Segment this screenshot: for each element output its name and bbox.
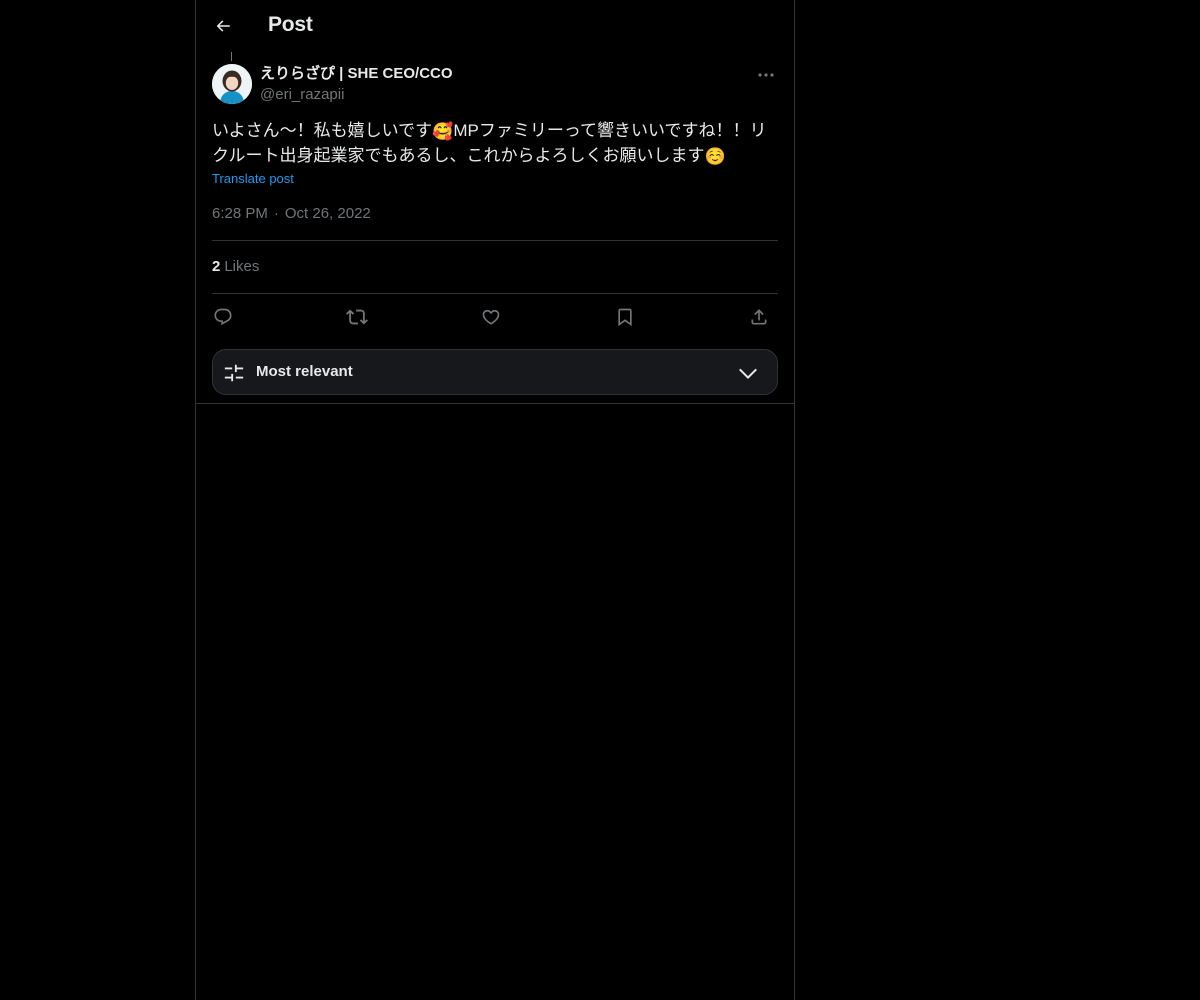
repost-button[interactable] (344, 304, 370, 330)
author-block: えりらざぴ | SHE CEO/CCO @eri_razapii (260, 64, 453, 105)
bookmark-button[interactable] (612, 304, 638, 330)
like-button[interactable] (478, 304, 504, 330)
section-divider (196, 403, 794, 404)
reply-button[interactable] (210, 304, 236, 330)
smiling-face-emoji: ☺️ (704, 147, 726, 166)
thread-connector-line (231, 52, 232, 61)
like-icon (482, 309, 500, 325)
repost-icon (346, 309, 368, 325)
more-icon (758, 73, 774, 77)
smiling-face-with-hearts-emoji: 🥰 (432, 122, 454, 141)
author-display-name[interactable]: えりらざぴ | SHE CEO/CCO (260, 64, 453, 84)
likes-stat[interactable]: 2 Likes (212, 258, 259, 275)
bookmark-icon (618, 308, 632, 327)
post-text-part-1: いよさん〜！私も嬉しいです (212, 121, 433, 140)
sort-label: Most relevant (256, 363, 353, 380)
reply-icon (214, 308, 232, 326)
post-actions-bar (212, 304, 778, 330)
divider (212, 240, 778, 241)
sliders-icon (224, 364, 244, 382)
avatar-photo (212, 64, 252, 104)
page-title: Post (268, 13, 313, 36)
likes-label: Likes (224, 258, 260, 275)
post-timestamp: 6:28 PM · Oct 26, 2022 (212, 205, 371, 222)
post-time[interactable]: 6:28 PM (212, 205, 268, 222)
share-icon (751, 309, 767, 325)
likes-count: 2 (212, 258, 221, 275)
post-date[interactable]: Oct 26, 2022 (285, 205, 371, 222)
avatar[interactable] (212, 64, 252, 104)
timestamp-separator: · (273, 205, 279, 222)
post-text: いよさん〜！私も嬉しいです🥰MPファミリーって響きいいですね！！リクルート出身起… (212, 118, 778, 168)
arrow-left-icon (216, 20, 230, 32)
author-handle[interactable]: @eri_razapii (260, 85, 453, 105)
page-header: Post (196, 0, 794, 53)
back-button[interactable] (208, 11, 238, 41)
chevron-down-icon (739, 368, 757, 380)
divider (212, 293, 778, 294)
share-button[interactable] (746, 304, 772, 330)
more-options-button[interactable] (754, 64, 778, 86)
translate-post-link[interactable]: Translate post (212, 171, 294, 186)
main-column: Post えりらざぴ | SHE CEO/CCO @eri_razapii いよ… (195, 0, 795, 1000)
sort-replies-dropdown[interactable]: Most relevant (212, 349, 778, 395)
